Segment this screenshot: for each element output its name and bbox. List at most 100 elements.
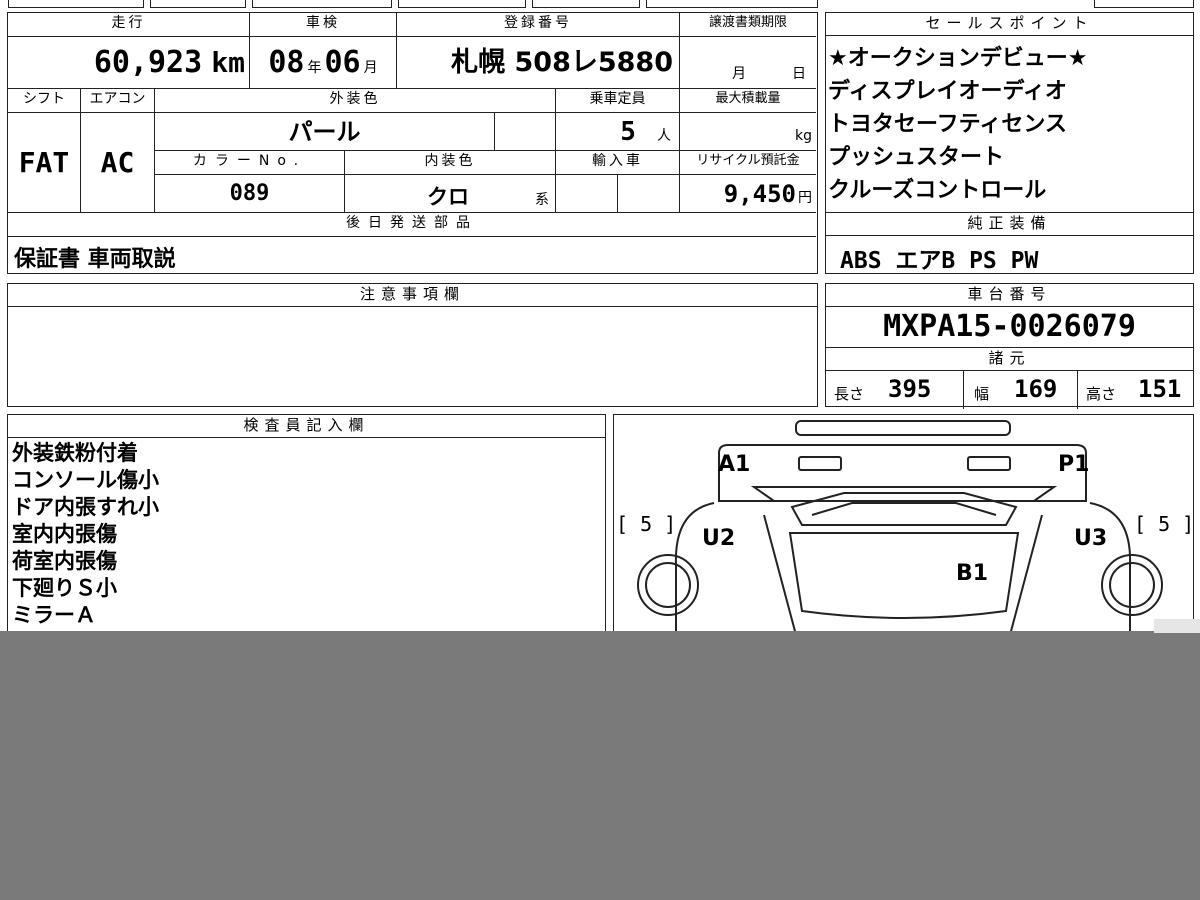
shift-header: シフト xyxy=(8,89,81,113)
mark-p1: P1 xyxy=(1058,452,1089,477)
inspector-line: 荷室内張傷 xyxy=(12,549,117,573)
mileage-value: 60,923 xyxy=(93,45,203,80)
left-headlight-shape xyxy=(798,456,842,471)
left-wheel-inner xyxy=(645,562,691,608)
top-stub-7 xyxy=(1094,0,1194,8)
height-label: 高さ xyxy=(1086,385,1117,403)
recycle-unit: 円 xyxy=(798,190,812,206)
top-stub-3 xyxy=(252,0,392,8)
sales-point-line: クルーズコントロール xyxy=(828,178,1047,203)
exterior-color-value: パール xyxy=(288,118,361,146)
later-parts-header: 後日発送部品 xyxy=(8,213,816,237)
chassis-header: 車台番号 xyxy=(826,284,1193,307)
genuine-equipment-panel: 純正装備 ABS エアB PS PW xyxy=(825,212,1194,274)
sales-point-line: ディスプレイオーディオ xyxy=(828,79,1067,104)
inspector-line: 下廻りＳ小 xyxy=(12,576,117,600)
windshield-shape xyxy=(790,492,1018,526)
inspection-year-unit: 年 xyxy=(307,60,322,76)
genuine-equipment-header: 純正装備 xyxy=(826,213,1193,236)
shift-value: FAT xyxy=(18,146,70,179)
inspector-line: コンソール傷小 xyxy=(12,468,159,492)
later-parts-cell: 保証書 車両取説 xyxy=(8,237,816,272)
inspection-month: 06 xyxy=(324,45,361,80)
capacity-unit: 人 xyxy=(657,128,671,144)
recycle-cell: 9,450 円 xyxy=(680,175,816,213)
cover-light-patch xyxy=(1154,619,1200,633)
inspector-panel: 検査員記入欄 外装鉄粉付着 コンソール傷小 ドア内張すれ小 室内内張傷 荷室内張… xyxy=(7,414,606,654)
color-no-header: カラーNo. xyxy=(155,151,345,175)
sales-point-line: プッシュスタート xyxy=(828,145,1005,170)
spec-height: 高さ 151 xyxy=(1078,371,1192,409)
import-header: 輸入車 xyxy=(556,151,680,175)
length-label: 長さ xyxy=(834,385,865,403)
inspector-header: 検査員記入欄 xyxy=(8,415,605,438)
genuine-equipment-value: ABS エアB PS PW xyxy=(840,248,1039,274)
top-stub-6 xyxy=(646,0,818,8)
mark-b1: B1 xyxy=(956,561,988,586)
max-load-header: 最大積載量 xyxy=(680,89,816,113)
transfer-header: 譲渡書類期限 xyxy=(680,13,816,37)
ac-cell: AC xyxy=(81,113,155,213)
sales-points-list: ★オークションデビュー★ ディスプレイオーディオ トヨタセーフティセンス プッシ… xyxy=(826,36,1193,207)
top-stub-5 xyxy=(532,0,640,8)
exterior-color-extra-cell xyxy=(495,113,556,151)
top-stub-4 xyxy=(398,0,526,8)
import-cell-1 xyxy=(556,175,618,213)
exterior-color-header: 外装色 xyxy=(155,89,556,113)
sales-point-line: ★オークションデビュー★ xyxy=(828,46,1088,71)
registration-value: 札幌 508レ5880 xyxy=(451,47,673,78)
top-stub-2 xyxy=(150,0,246,8)
registration-header: 登録番号 xyxy=(397,13,680,37)
registration-cell: 札幌 508レ5880 xyxy=(397,37,680,89)
inspector-list: 外装鉄粉付着 コンソール傷小 ドア内張すれ小 室内内張傷 荷室内張傷 下廻りＳ小… xyxy=(8,438,605,629)
capacity-cell: 5 人 xyxy=(556,113,680,151)
notes-panel: 注意事項欄 xyxy=(7,283,818,407)
chassis-number: MXPA15-0026079 xyxy=(826,307,1193,348)
front-bumper-shape xyxy=(795,420,1011,436)
mileage-unit: km xyxy=(211,46,245,79)
color-no-value: 089 xyxy=(229,181,270,206)
inspector-line: 外装鉄粉付着 xyxy=(12,441,138,465)
inspector-line: ドア内張すれ小 xyxy=(12,495,159,519)
length-value: 395 xyxy=(888,375,932,403)
capacity-header: 乗車定員 xyxy=(556,89,680,113)
color-no-cell: 089 xyxy=(155,175,345,213)
recycle-value: 9,450 xyxy=(723,180,796,208)
sales-points-panel: セールスポイント ★オークションデビュー★ ディスプレイオーディオ トヨタセーフ… xyxy=(825,12,1194,213)
inspector-line: ミラーＡ xyxy=(12,603,96,627)
max-load-cell: kg xyxy=(680,113,816,151)
interior-color-cell: クロ 系 xyxy=(345,175,556,213)
mark-a1: A1 xyxy=(718,452,750,477)
inspector-line: 室内内張傷 xyxy=(12,522,117,546)
mark-u2: U2 xyxy=(702,526,735,551)
interior-color-unit: 系 xyxy=(535,192,549,208)
width-value: 169 xyxy=(1014,375,1058,403)
interior-color-header: 内装色 xyxy=(345,151,556,175)
inspection-month-unit: 月 xyxy=(363,60,378,76)
later-parts-value: 保証書 車両取説 xyxy=(14,247,176,272)
bottom-cover xyxy=(0,631,1200,900)
sales-point-line: トヨタセーフティセンス xyxy=(828,112,1067,137)
specs-header: 諸元 xyxy=(826,348,1193,371)
chassis-panel: 車台番号 MXPA15-0026079 諸元 長さ 395 幅 169 高さ 1… xyxy=(825,283,1194,409)
shift-cell: FAT xyxy=(8,113,81,213)
windshield-inner-shape xyxy=(811,502,997,516)
recycle-header: リサイクル預託金 xyxy=(680,151,816,175)
import-cell-2 xyxy=(618,175,680,213)
ac-value: AC xyxy=(100,146,135,179)
mileage-cell: 60,923 km xyxy=(8,37,250,89)
tire-right-mark: [ 5 ] xyxy=(1134,512,1192,536)
mark-u3: U3 xyxy=(1074,526,1107,551)
right-wheel-inner xyxy=(1109,562,1155,608)
interior-color-value: クロ xyxy=(427,185,469,209)
spec-length: 長さ 395 xyxy=(826,371,964,409)
height-value: 151 xyxy=(1138,375,1182,403)
right-headlight-shape xyxy=(967,456,1011,471)
spec-width: 幅 169 xyxy=(964,371,1078,409)
inspection-cell: 08 年 06 月 xyxy=(250,37,397,89)
ac-header: エアコン xyxy=(81,89,155,113)
transfer-day-unit: 日 xyxy=(792,66,806,82)
vehicle-info-table: 走行 車検 登録番号 譲渡書類期限 60,923 km 08 年 06 月 札幌 50… xyxy=(7,12,818,274)
transfer-month-unit: 月 xyxy=(732,66,746,82)
car-diagram: A1 P1 U2 U3 B1 [ 5 ] [ 5 ] xyxy=(616,420,1192,652)
